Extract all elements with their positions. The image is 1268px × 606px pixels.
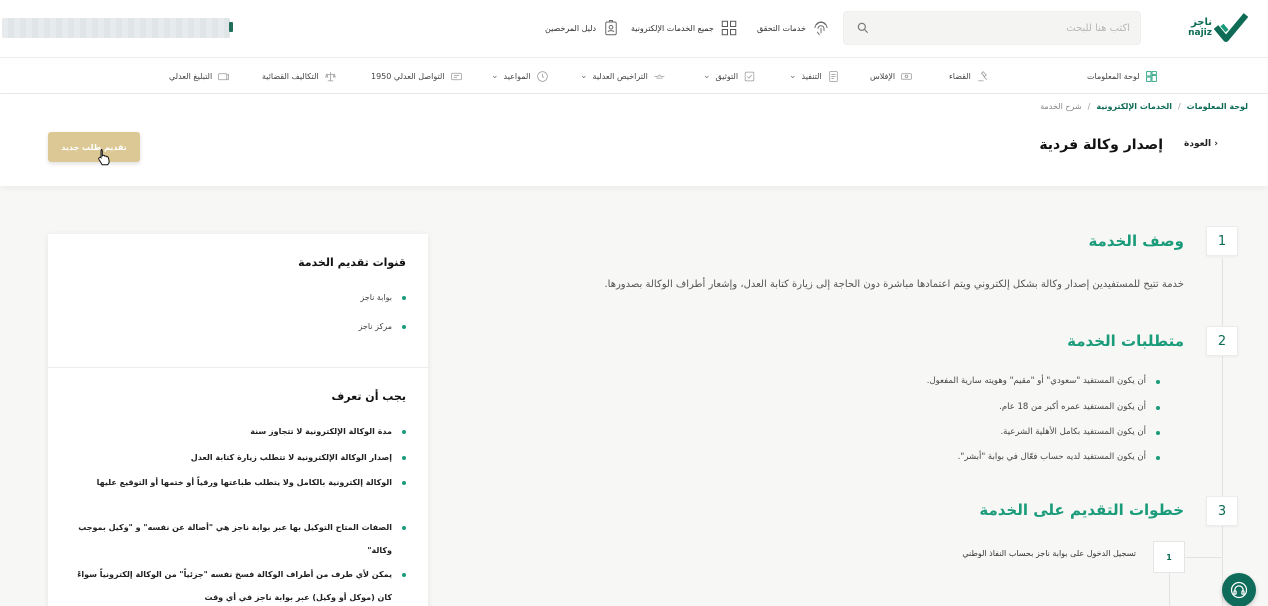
list-item: يمكن لأي طرف من أطراف الوكالة فسخ نفسه "… [76,563,406,606]
licensees-guide-link[interactable]: دليل المرخصين [545,18,620,38]
nav-label: الإفلاس [870,71,896,81]
back-link[interactable]: ‹ العودة [1184,139,1218,149]
back-label: العودة [1184,139,1212,149]
grid-icon [721,20,737,36]
chevron-down-icon: ⌄ [580,71,588,81]
list-item: بوابة ناجز [360,289,406,306]
channels-title: قنوات تقديم الخدمة [298,256,406,269]
step-number: 1 [1153,541,1185,573]
nav-label: لوحة المعلومات [1087,71,1140,81]
hand-cursor-icon [98,149,110,166]
main-nav: لوحة المعلومات القضاء الإفلاس ⌄ التنفيذ … [0,58,1268,94]
najiz-logo[interactable]: ناجز najiz [1188,10,1248,46]
logo-latin: najiz [1188,28,1212,38]
breadcrumb-eservices[interactable]: الخدمات الإلكترونية [1096,102,1172,111]
nav-label: التراخيص العدلية [592,71,648,81]
page-header: لوحة المعلومات / الخدمات الإلكترونية / شرح ا… [0,94,1268,186]
nav-label: التبليغ العدلي [169,71,213,81]
step-text: تسجيل الدخول على بوابة ناجز بحساب النفاذ… [962,549,1136,558]
nav-label: التنفيذ [801,71,822,81]
logo-check-icon [1214,13,1248,42]
list-item: أن يكون المستفيد لديه حساب فعّال في بواب… [958,452,1161,462]
page-title: إصدار وكالة فردية [1039,137,1163,153]
stamp-icon [744,71,755,81]
headset-icon [1230,581,1248,599]
list-item: مدة الوكالة الإلكترونية لا تتجاوز سنة [76,420,406,443]
breadcrumb-separator: / [1087,102,1091,111]
user-account-indicator [229,22,233,32]
nav-label: المواعيد [503,71,531,81]
scales-icon [324,71,336,81]
money-icon [901,72,912,80]
verification-services-label: خدمات التحقق [757,23,806,33]
notify-icon [218,72,229,80]
chevron-down-icon: ⌄ [491,71,499,81]
dashboard-icon [1145,70,1157,82]
service-steps-title: خطوات التقديم على الخدمة [979,501,1184,519]
nav-label: القضاء [949,71,971,81]
new-request-button[interactable]: تقديم طلب جديد [48,132,140,162]
nav-item-dashboard[interactable]: لوحة المعلومات [1087,66,1158,86]
section-number: 1 [1206,226,1238,256]
nav-item-judicial-contact[interactable]: التواصل العدلي 1950 [371,66,463,86]
top-header: دليل المرخصين جميع الخدمات الإلكترونية خ… [0,0,1268,58]
section-number: 2 [1206,326,1238,356]
list-item: مركز ناجز [359,318,407,335]
licensees-guide-label: دليل المرخصين [545,23,597,33]
breadcrumb-dashboard[interactable]: لوحة المعلومات [1187,102,1248,111]
section-number: 3 [1206,496,1238,526]
user-account-blurred[interactable] [2,18,230,38]
list-item: الصفات المتاح التوكيل بها عبر بوابة ناجز… [76,516,406,562]
fingerprint-icon [814,21,828,36]
info-card: قنوات تقديم الخدمة بوابة ناجز مركز ناجز … [48,234,428,606]
search-icon[interactable] [856,21,870,35]
nav-item-notarization[interactable]: ⌄ التوثيق [703,66,756,86]
nav-label: التوثيق [715,71,739,81]
chevron-down-icon: ⌄ [789,71,797,81]
step-connector [1169,573,1170,606]
timeline-line [1222,258,1223,606]
breadcrumb-separator: / [1177,102,1181,111]
service-description-text: خدمة تتيح للمستفيدين إصدار وكالة بشكل إل… [604,279,1184,290]
support-chat-button[interactable] [1222,573,1256,606]
nav-label: التكاليف القضائية [262,71,319,81]
list-item: إصدار الوكالة الإلكترونية لا تتطلب زيارة… [76,446,406,469]
clock-icon [536,70,548,82]
divider [48,367,428,368]
chat-icon [450,72,462,80]
list-item: أن يكون المستفيد عمره أكبر من 18 عام. [999,402,1160,412]
license-icon [654,73,665,79]
id-badge-icon [605,20,617,36]
chevron-down-icon: ⌄ [703,71,711,81]
step-connector [1185,557,1222,558]
nav-item-judicial-costs[interactable]: التكاليف القضائية [262,66,337,86]
nav-item-execution[interactable]: ⌄ التنفيذ [789,66,840,86]
logo-arabic: ناجز [1191,17,1212,28]
list-item: أن يكون المستفيد "سعودي" أو "مقيم" وهويت… [927,376,1161,386]
nav-item-appointments[interactable]: ⌄ المواعيد [491,66,549,86]
nav-item-judiciary[interactable]: القضاء [949,66,989,86]
all-eservices-link[interactable]: جميع الخدمات الإلكترونية [631,18,738,38]
nav-item-bankruptcy[interactable]: الإفلاس [870,66,913,86]
search-box[interactable] [843,11,1141,45]
all-eservices-label: جميع الخدمات الإلكترونية [631,23,714,33]
service-description-title: وصف الخدمة [1088,232,1184,250]
breadcrumb-current: شرح الخدمة [1040,102,1082,111]
list-item: الوكالة إلكترونية بالكامل ولا يتطلب طباع… [76,471,406,494]
chevron-left-icon: ‹ [1214,139,1218,149]
list-item: أن يكون المستفيد بكامل الأهلية الشرعية. [1000,427,1160,437]
document-icon [829,70,838,82]
know-title: يجب أن تعرف [331,390,406,403]
breadcrumb: لوحة المعلومات / الخدمات الإلكترونية / شرح ا… [1040,102,1248,111]
verification-services-link[interactable]: خدمات التحقق [757,18,830,38]
nav-item-judicial-licenses[interactable]: ⌄ التراخيص العدلية [580,66,666,86]
gavel-icon [978,70,987,81]
service-requirements-title: متطلبات الخدمة [1067,332,1184,350]
nav-label: التواصل العدلي 1950 [371,71,445,81]
nav-item-judicial-notification[interactable]: التبليغ العدلي [169,66,230,86]
search-input[interactable] [876,12,1136,44]
